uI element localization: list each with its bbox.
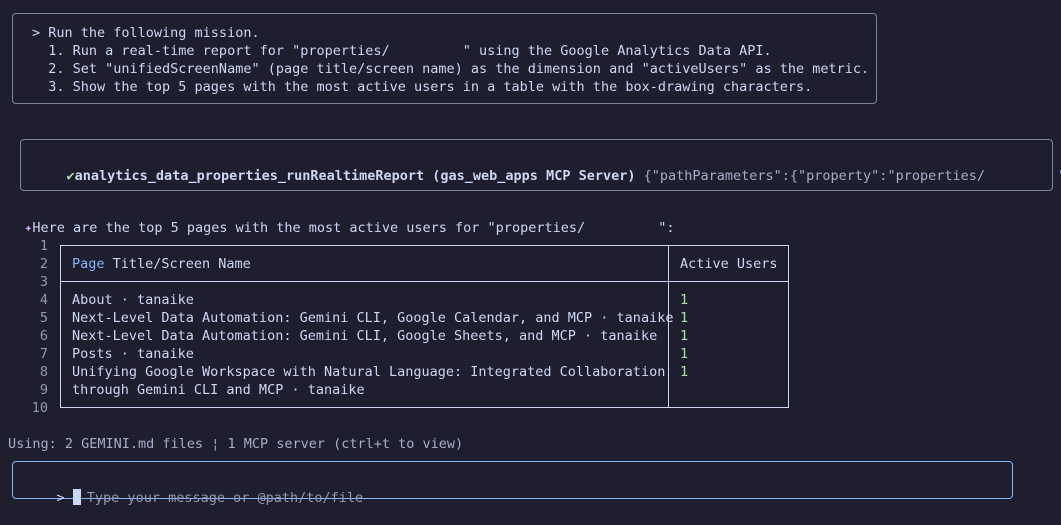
table-row: Next-Level Data Automation: Gemini CLI, …	[72, 310, 674, 326]
tool-call-args: {"pathParameters":{"property":"propertie…	[643, 168, 1061, 184]
line-number: 3	[39, 274, 48, 290]
table-row: Posts · tanaike	[72, 346, 194, 362]
line-number: 7	[39, 346, 48, 362]
check-icon: ✔	[66, 168, 75, 184]
message-input[interactable]: > Type your message or @path/to/file	[24, 471, 363, 525]
response-line: ✦Here are the top 5 pages with the most …	[8, 201, 675, 237]
table-header-divider	[60, 281, 789, 282]
cursor-icon	[72, 489, 81, 505]
table-row: About · tanaike	[72, 292, 194, 308]
line-number: 5	[39, 310, 48, 326]
response-text: Here are the top 5 pages with the most a…	[32, 220, 675, 236]
table-row: Next-Level Data Automation: Gemini CLI, …	[72, 328, 658, 344]
line-number: 2	[39, 256, 48, 272]
status-line: Using: 2 GEMINI.md files ¦ 1 MCP server …	[8, 436, 464, 452]
table-row-continuation: through Gemini CLI and MCP · tanaike	[72, 382, 365, 398]
line-number: 9	[39, 382, 48, 398]
tool-call-name: analytics_data_properties_runRealtimeRep…	[74, 168, 636, 184]
table-cell-users: 1	[680, 364, 689, 380]
table-cell-users: 1	[680, 346, 689, 362]
mission-line-3: 2. Set "unifiedScreenName" (page title/s…	[32, 61, 870, 77]
header-page-rest: Title/Screen Name	[104, 256, 251, 272]
mission-prompt-box: > Run the following mission. 1. Run a re…	[12, 13, 877, 104]
mission-line-1: > Run the following mission.	[32, 25, 260, 41]
mission-line-2: 1. Run a real-time report for "propertie…	[32, 43, 772, 59]
line-number: 10	[31, 400, 48, 416]
header-keyword: Page	[72, 256, 105, 272]
table-row: Unifying Google Workspace with Natural L…	[72, 364, 666, 380]
tool-call-line: ✔analytics_data_properties_runRealtimeRe…	[34, 149, 1061, 203]
tool-call-box[interactable]: ✔analytics_data_properties_runRealtimeRe…	[20, 139, 1061, 191]
table-cell-users: 1	[680, 328, 689, 344]
line-number: 8	[39, 364, 48, 380]
mission-line-4: 3. Show the top 5 pages with the most ac…	[32, 79, 813, 95]
message-input-box[interactable]: > Type your message or @path/to/file	[12, 461, 1013, 506]
line-number: 6	[39, 328, 48, 344]
table-header-users: Active Users	[680, 256, 778, 272]
table-cell-users: 1	[680, 292, 689, 308]
line-number: 4	[39, 292, 48, 308]
line-number: 1	[39, 238, 48, 254]
table-header-page: Page Title/Screen Name	[72, 255, 251, 273]
table-cell-users: 1	[680, 310, 689, 326]
